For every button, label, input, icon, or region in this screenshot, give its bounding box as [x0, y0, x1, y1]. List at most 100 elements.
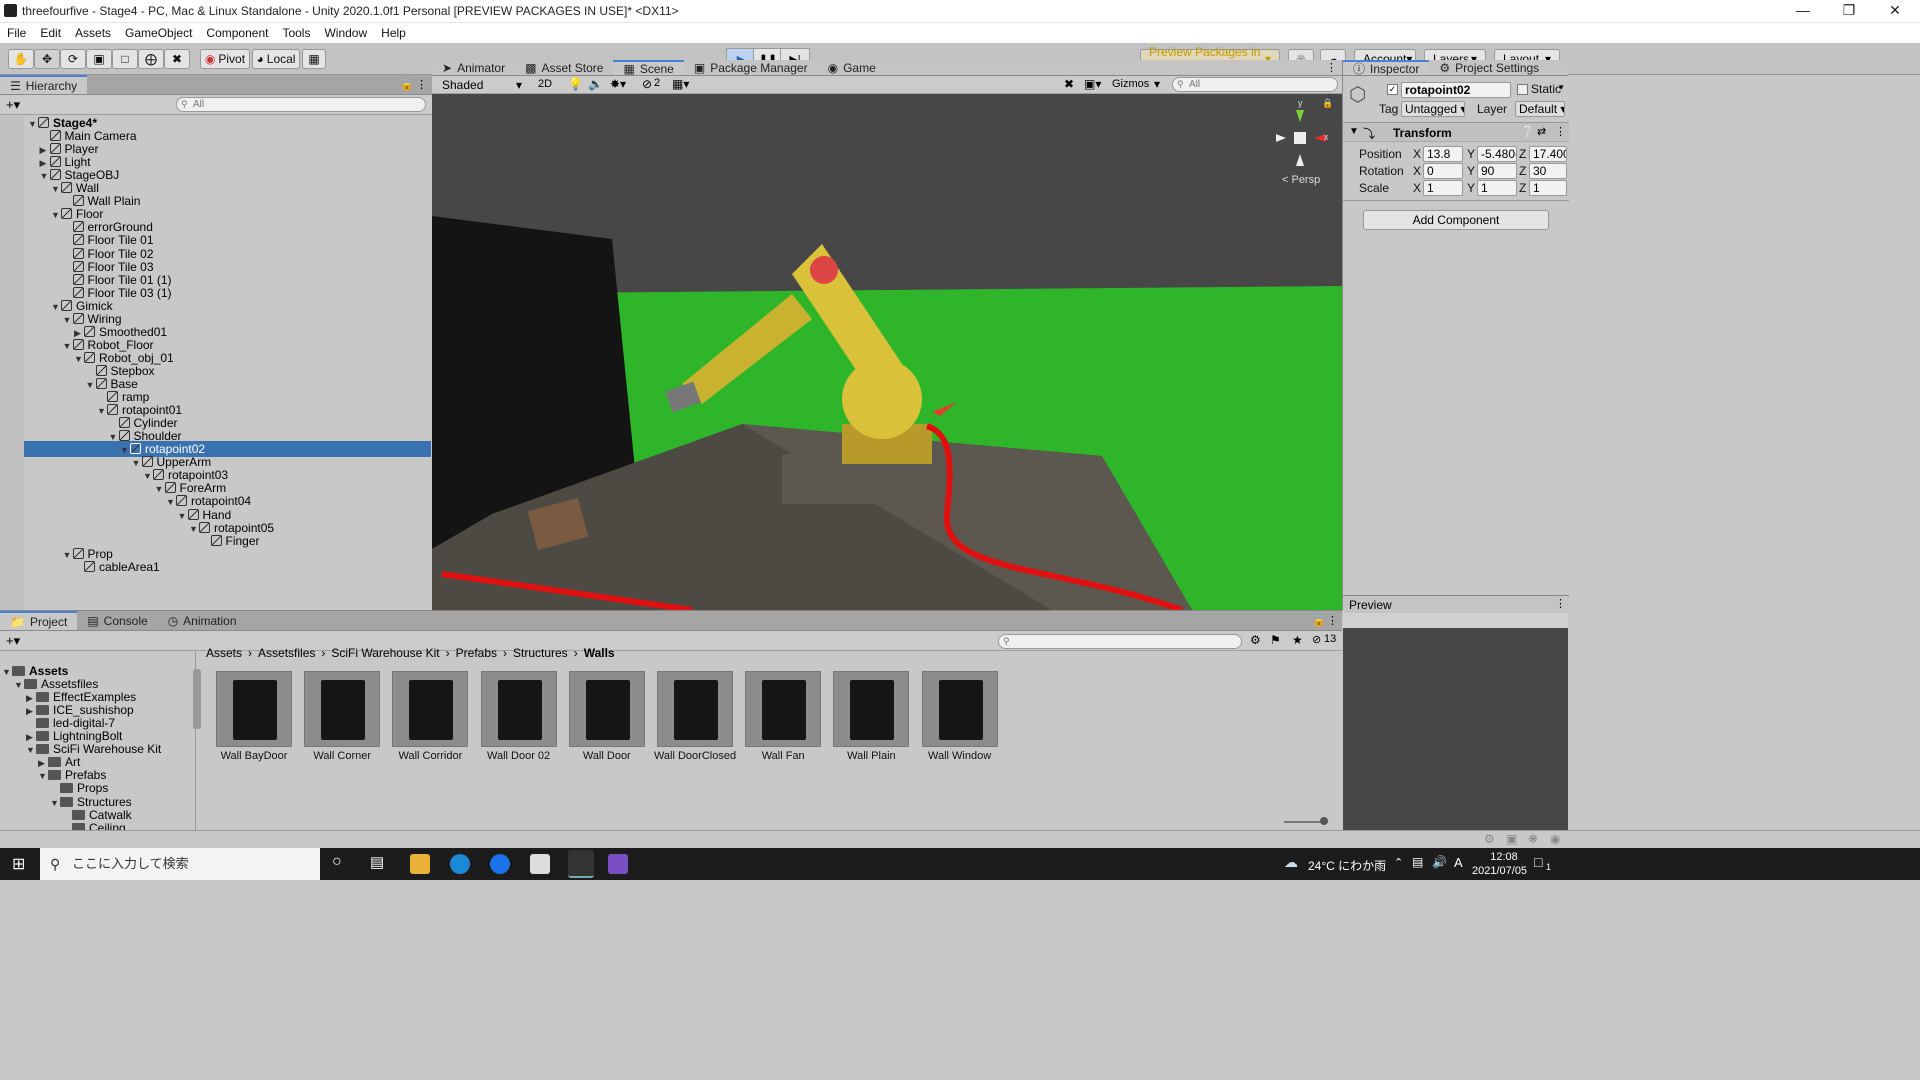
asset-label[interactable]: Wall Plain: [823, 750, 919, 762]
shading-mode-dropdown[interactable]: Shaded ▾: [434, 77, 530, 93]
tab-asset-store[interactable]: ▩ Asset Store: [515, 60, 613, 75]
asset-thumbnail[interactable]: [833, 671, 910, 747]
thumbnail-size-handle[interactable]: [1320, 817, 1328, 825]
notification-icon[interactable]: □: [1534, 854, 1542, 870]
preset-icon[interactable]: ⇄: [1537, 125, 1546, 138]
rotation-y-field[interactable]: 90: [1477, 163, 1517, 179]
ime-indicator[interactable]: A: [1454, 855, 1463, 870]
lock-icon[interactable]: 🔒: [400, 78, 414, 91]
tab-project-settings[interactable]: ⚙ Project Settings: [1429, 60, 1549, 75]
static-checkbox[interactable]: [1517, 84, 1528, 95]
tab-project[interactable]: 📁 Project: [0, 611, 78, 630]
favorite-star-icon[interactable]: ★: [1292, 633, 1303, 647]
menu-assets[interactable]: Assets: [68, 23, 118, 43]
position-y-field[interactable]: -5.480(: [1477, 146, 1517, 162]
tab-console[interactable]: ▤ Console: [77, 611, 157, 630]
menu-edit[interactable]: Edit: [33, 23, 68, 43]
weather-text[interactable]: 24°C にわか雨: [1308, 857, 1386, 874]
close-button[interactable]: ✕: [1872, 0, 1918, 23]
lock-icon[interactable]: 🔒: [1322, 98, 1333, 109]
menu-file[interactable]: File: [0, 23, 33, 43]
clock-time[interactable]: 12:08: [1484, 851, 1524, 863]
scale-z-field[interactable]: 1: [1529, 180, 1567, 196]
hidden-packages-icon[interactable]: ⊘: [1312, 633, 1321, 646]
tab-inspector[interactable]: ⓘ Inspector: [1343, 60, 1430, 76]
menu-help[interactable]: Help: [374, 23, 413, 43]
asset-label[interactable]: Wall Fan: [735, 750, 831, 762]
clock-date[interactable]: 2021/07/05: [1472, 865, 1527, 877]
lock-icon[interactable]: 🔒: [1312, 614, 1326, 627]
pivot-toggle[interactable]: ◉ Pivot: [200, 49, 250, 69]
restore-button[interactable]: ❐: [1826, 0, 1872, 23]
projection-label[interactable]: < Persp: [1282, 174, 1320, 186]
windows-start-icon[interactable]: ⊞: [12, 854, 25, 874]
thumbnail-size-slider[interactable]: [1284, 821, 1324, 823]
breadcrumb-item[interactable]: Assets: [206, 646, 242, 660]
volume-icon[interactable]: 🔊: [1432, 855, 1447, 869]
breadcrumb-item[interactable]: SciFi Warehouse Kit: [331, 646, 439, 660]
minimize-button[interactable]: —: [1780, 0, 1826, 23]
transform-tool-icon[interactable]: ⨁: [138, 49, 164, 69]
taskbar-search-input[interactable]: ⚲ ここに入力して検索: [40, 848, 320, 880]
progress-status-icon[interactable]: ◉: [1550, 832, 1560, 846]
position-z-field[interactable]: 17.400(: [1529, 146, 1567, 162]
file-explorer-icon[interactable]: [410, 854, 430, 874]
move-tool-icon[interactable]: ✥: [34, 49, 60, 69]
tab-game[interactable]: ◉ Game: [818, 60, 886, 75]
unity-editor-icon[interactable]: [568, 850, 594, 878]
filter-type-icon[interactable]: ⚙: [1250, 633, 1261, 647]
unity-hub-icon[interactable]: [530, 854, 550, 874]
asset-thumbnail[interactable]: [480, 671, 557, 747]
tools-icon[interactable]: ✖: [1064, 77, 1074, 91]
tray-chevron-icon[interactable]: ⌃: [1394, 856, 1403, 869]
rect-tool-icon[interactable]: □: [112, 49, 138, 69]
rotate-tool-icon[interactable]: ⟳: [60, 49, 86, 69]
kebab-menu-icon[interactable]: ⋮: [416, 78, 427, 91]
asset-thumbnail[interactable]: [568, 671, 645, 747]
help-icon[interactable]: ❔: [1521, 125, 1535, 138]
scene-viewport[interactable]: y x < Persp 🔒: [432, 94, 1342, 610]
tab-hierarchy[interactable]: ☰ Hierarchy: [0, 75, 88, 94]
asset-thumbnail[interactable]: [745, 671, 822, 747]
lighting-icon[interactable]: 💡: [568, 77, 583, 91]
asset-label[interactable]: Wall Door: [559, 750, 655, 762]
camera-icon[interactable]: ▣▾: [1084, 77, 1101, 91]
tab-scene[interactable]: ▦ Scene: [613, 60, 684, 76]
hierarchy-search-input[interactable]: ⚲ All: [176, 97, 426, 112]
chevron-down-icon[interactable]: ▾: [1559, 82, 1564, 93]
transform-header[interactable]: ▼ ⤵ Transform ❔ ⇄ ⋮: [1343, 122, 1569, 142]
asset-label[interactable]: Wall BayDoor: [206, 750, 302, 762]
add-component-button[interactable]: Add Component: [1363, 210, 1549, 230]
scene-search-input[interactable]: ⚲ All: [1172, 77, 1338, 92]
asset-thumbnail[interactable]: [657, 671, 733, 747]
kebab-menu-icon[interactable]: ⋮: [1555, 597, 1566, 610]
asset-thumbnail[interactable]: [392, 671, 469, 747]
asset-label[interactable]: Wall Corner: [294, 750, 390, 762]
snap-grid-icon[interactable]: ▦: [302, 49, 326, 69]
asset-label[interactable]: Wall Window: [912, 750, 1008, 762]
create-dropdown[interactable]: +▾: [6, 97, 20, 113]
breadcrumb-item[interactable]: Prefabs: [456, 646, 497, 660]
kebab-menu-icon[interactable]: ⋮: [1327, 614, 1338, 627]
tree-scrollbar[interactable]: [193, 669, 201, 729]
custom-tool-icon[interactable]: ✖: [164, 49, 190, 69]
local-toggle[interactable]: ◕ Local: [252, 49, 300, 69]
effects-icon[interactable]: ✸▾: [610, 77, 626, 91]
scale-y-field[interactable]: 1: [1477, 180, 1517, 196]
hidden-objects-icon[interactable]: ⊘: [642, 77, 652, 91]
bug-icon[interactable]: ⚙: [1484, 832, 1495, 846]
asset-label[interactable]: Wall Corridor: [382, 750, 478, 762]
layer-dropdown[interactable]: Default ▾: [1515, 101, 1565, 117]
kebab-menu-icon[interactable]: ⋮: [1555, 125, 1566, 138]
network-icon[interactable]: ▤: [1412, 855, 1423, 869]
scale-tool-icon[interactable]: ▣: [86, 49, 112, 69]
tab-animator[interactable]: ➤ Animator: [432, 60, 515, 75]
menu-component[interactable]: Component: [199, 23, 275, 43]
scale-x-field[interactable]: 1: [1423, 180, 1463, 196]
breadcrumb-item[interactable]: Assetsfiles: [258, 646, 315, 660]
asset-label[interactable]: Wall Door 02: [471, 750, 567, 762]
kebab-menu-icon[interactable]: ⋮: [1326, 61, 1337, 74]
visual-studio-icon[interactable]: [608, 854, 628, 874]
object-name-field[interactable]: rotapoint02: [1401, 82, 1511, 98]
tag-dropdown[interactable]: Untagged ▾: [1401, 101, 1465, 117]
